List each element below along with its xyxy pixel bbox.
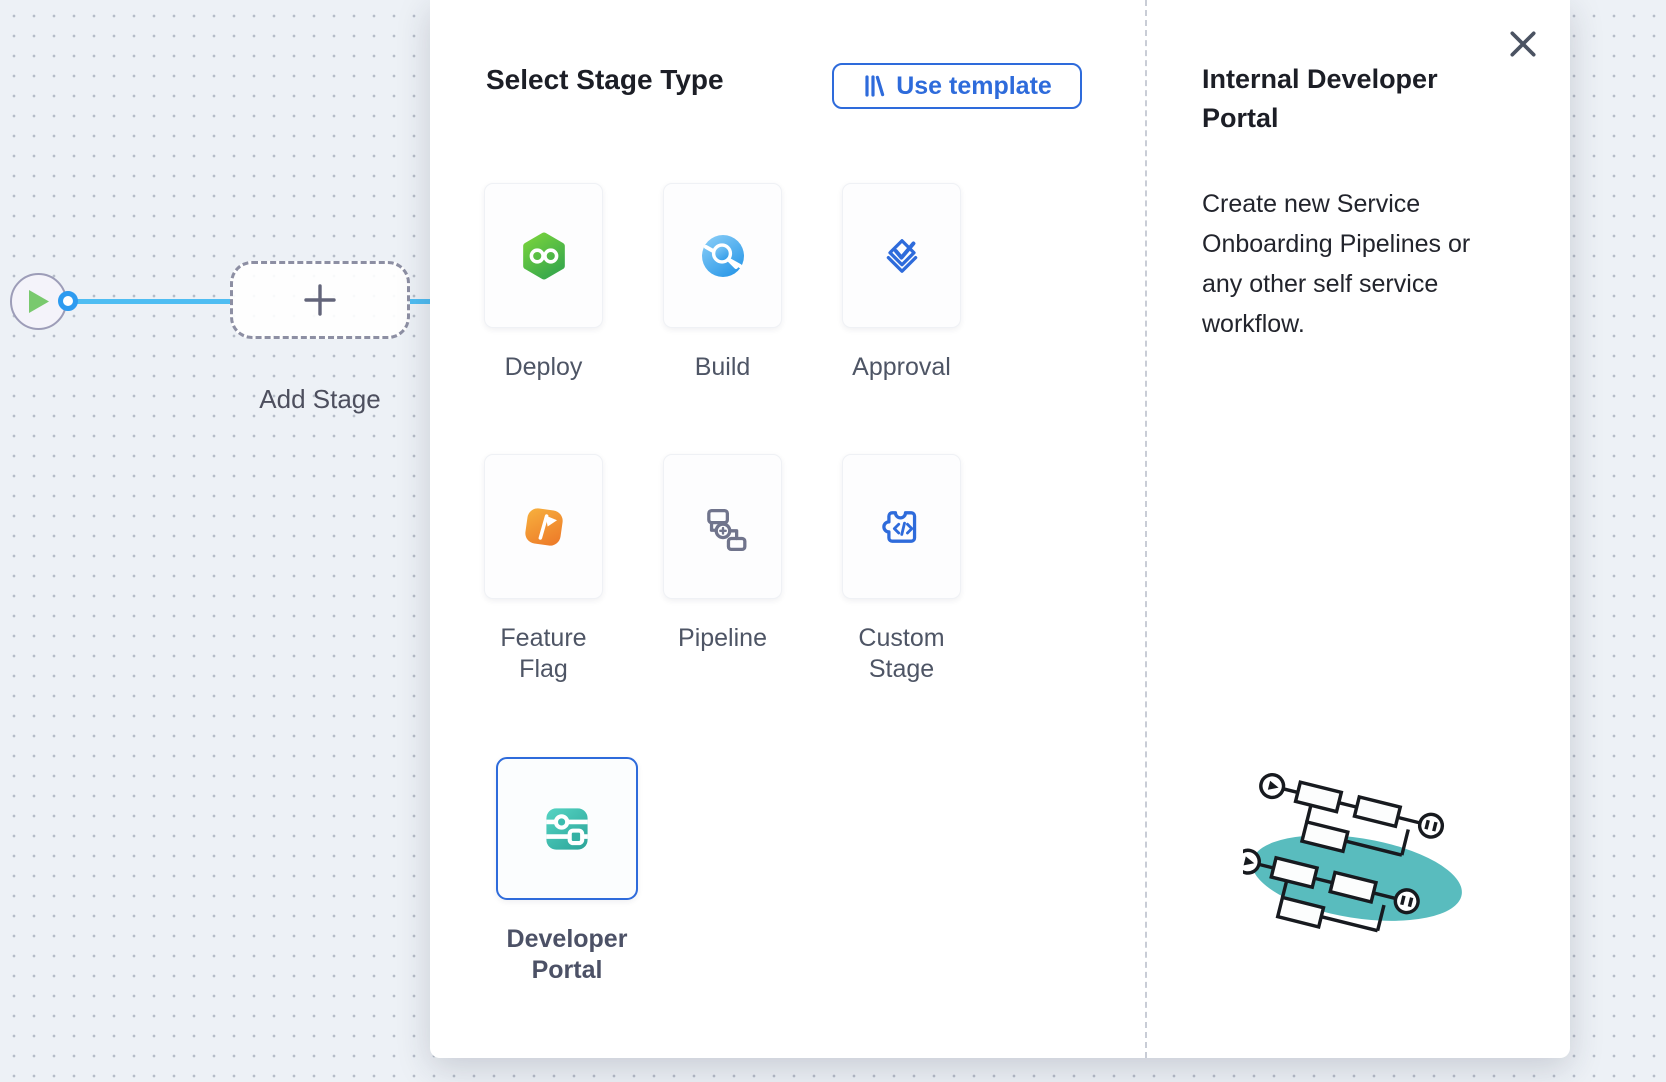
pipeline-stage-icon — [699, 503, 747, 551]
use-template-label: Use template — [896, 72, 1052, 101]
stage-card-custom-stage[interactable] — [842, 454, 961, 599]
feature-flag-stage-icon — [519, 502, 569, 552]
edge-connector-dot — [58, 291, 78, 311]
pipeline-graph-illustration — [1243, 762, 1479, 972]
stage-cell-feature-flag: Feature Flag — [484, 454, 603, 685]
play-icon — [27, 288, 51, 315]
stage-card-label: Build — [695, 352, 751, 383]
stage-card-label: Approval — [852, 352, 951, 383]
developer-portal-stage-icon — [541, 803, 593, 855]
plus-icon — [300, 280, 340, 320]
deploy-stage-icon — [519, 231, 569, 281]
stage-cell-approval: Approval — [842, 183, 961, 383]
close-icon — [1508, 29, 1538, 59]
custom-stage-icon — [878, 503, 926, 551]
close-button[interactable] — [1505, 26, 1541, 62]
pipeline-edge — [70, 299, 232, 304]
approval-stage-icon — [878, 232, 926, 280]
select-stage-modal: Select Stage Type Use template — [430, 0, 1570, 1058]
stage-cell-developer-portal: Developer Portal — [496, 757, 638, 986]
stage-card-label: Deploy — [505, 352, 583, 383]
template-library-icon — [862, 74, 886, 98]
use-template-button[interactable]: Use template — [832, 63, 1082, 109]
stage-card-row: Deploy — [484, 183, 961, 383]
stage-card-label: Pipeline — [678, 623, 767, 654]
build-stage-icon — [699, 232, 747, 280]
stage-cell-pipeline: Pipeline — [663, 454, 782, 685]
stage-card-row: Feature Flag — [484, 454, 961, 685]
stage-card-label: Developer Portal — [496, 924, 638, 986]
add-stage-label: Add Stage — [210, 384, 430, 415]
stage-cell-deploy: Deploy — [484, 183, 603, 383]
stage-type-section: Select Stage Type Use template — [430, 0, 1145, 1058]
stage-cell-custom-stage: Custom Stage — [842, 454, 961, 685]
stage-card-build[interactable] — [663, 183, 782, 328]
add-stage-button[interactable] — [230, 261, 410, 339]
stage-card-developer-portal[interactable] — [496, 757, 638, 900]
pipeline-canvas: Add Stage Select Stage Type Use template — [0, 0, 1666, 1082]
stage-card-approval[interactable] — [842, 183, 961, 328]
stage-cell-build: Build — [663, 183, 782, 383]
info-panel-description: Create new Service Onboarding Pipelines … — [1202, 184, 1478, 344]
stage-card-pipeline[interactable] — [663, 454, 782, 599]
info-panel-title: Internal Developer Portal — [1202, 60, 1502, 138]
stage-card-label: Feature Flag — [484, 623, 603, 685]
stage-info-panel: Internal Developer Portal Create new Ser… — [1145, 0, 1570, 1058]
modal-title: Select Stage Type — [486, 64, 724, 96]
stage-card-label: Custom Stage — [842, 623, 961, 685]
stage-card-deploy[interactable] — [484, 183, 603, 328]
stage-card-feature-flag[interactable] — [484, 454, 603, 599]
